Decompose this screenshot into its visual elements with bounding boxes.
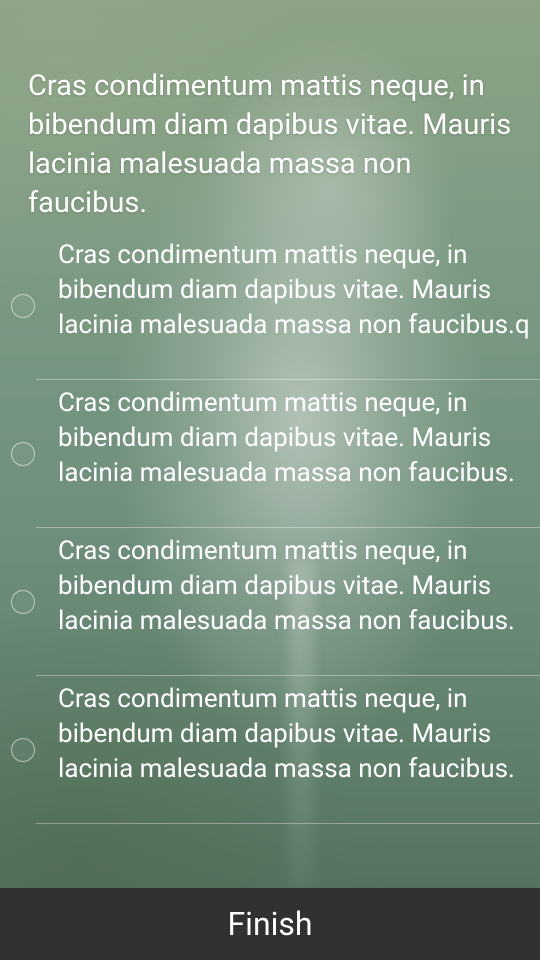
finish-button[interactable]: Finish (0, 888, 540, 960)
radio-button-icon[interactable] (11, 294, 35, 318)
answer-option-label: Cras condimentum mattis neque, in bibend… (58, 240, 530, 340)
radio-button-icon[interactable] (11, 442, 35, 466)
option-divider (36, 527, 540, 528)
answer-option-label: Cras condimentum mattis neque, in bibend… (58, 388, 515, 488)
answer-option-label: Cras condimentum mattis neque, in bibend… (58, 684, 515, 784)
option-divider (36, 675, 540, 676)
answer-option-1[interactable]: Cras condimentum mattis neque, in bibend… (0, 236, 540, 384)
answer-option-4[interactable]: Cras condimentum mattis neque, in bibend… (0, 680, 540, 828)
radio-button-icon[interactable] (11, 738, 35, 762)
answer-option-3[interactable]: Cras condimentum mattis neque, in bibend… (0, 532, 540, 680)
option-divider (36, 379, 540, 380)
answer-option-2[interactable]: Cras condimentum mattis neque, in bibend… (0, 384, 540, 532)
answer-option-label: Cras condimentum mattis neque, in bibend… (58, 536, 515, 636)
radio-button-icon[interactable] (11, 590, 35, 614)
option-divider (36, 823, 540, 824)
question-text: Cras condimentum mattis neque, in bibend… (28, 69, 512, 220)
quiz-content: Cras condimentum mattis neque, in bibend… (0, 0, 540, 888)
